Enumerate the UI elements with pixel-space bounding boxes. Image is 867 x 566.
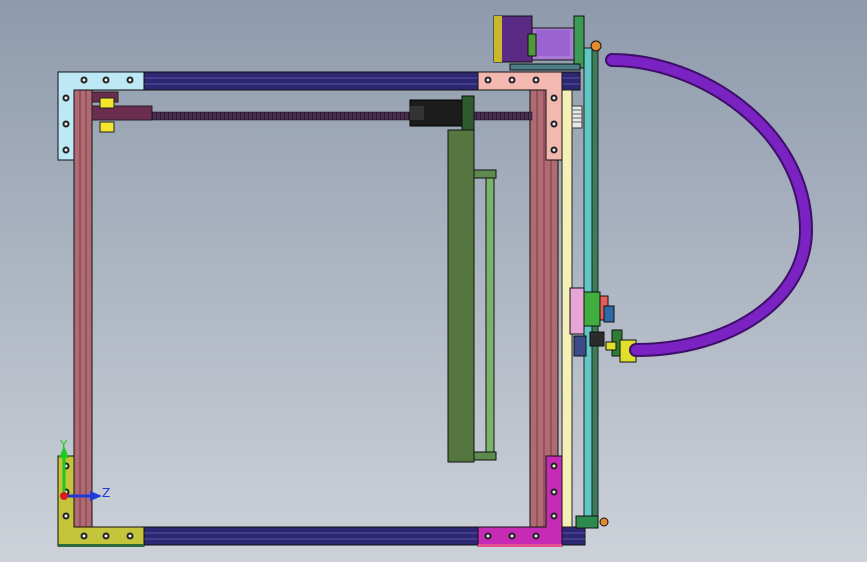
- triad-z-label: Z: [102, 486, 111, 500]
- linear-rail-cyan[interactable]: [583, 47, 599, 527]
- assembly-drawing[interactable]: [0, 0, 867, 562]
- coordinate-triad: Y Z: [52, 438, 122, 510]
- triad-z-arrow: [90, 491, 102, 501]
- rail-end-block[interactable]: [575, 515, 609, 529]
- triad-y-label: Y: [60, 438, 68, 452]
- triad-x-origin: [60, 492, 68, 500]
- bearing-block-lower[interactable]: [99, 121, 115, 133]
- carriage-plate[interactable]: [447, 95, 475, 463]
- timing-pulley[interactable]: [571, 105, 583, 129]
- cad-viewport[interactable]: Y Z: [0, 0, 867, 562]
- shaft-coupler[interactable]: [409, 99, 463, 127]
- bearing-block-upper[interactable]: [99, 97, 115, 109]
